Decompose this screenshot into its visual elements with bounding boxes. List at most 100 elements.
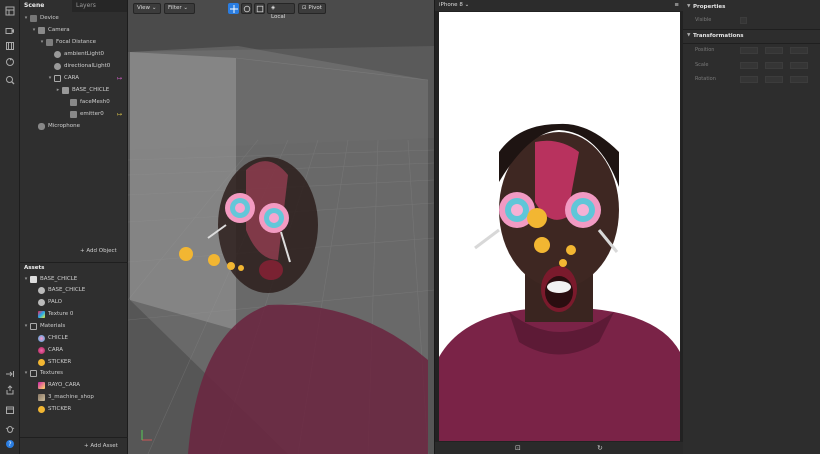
face-tracker-icon: [54, 74, 61, 82]
tree-item-base-chicle[interactable]: ▸ BASE_CHICLE: [20, 84, 128, 96]
tree-item-emitter[interactable]: emitter0 ↦: [20, 108, 128, 120]
rotate-device-icon[interactable]: [4, 56, 16, 68]
simulator-screen[interactable]: [439, 12, 680, 441]
asset-item-sticker-texture[interactable]: STICKER: [20, 403, 128, 415]
expand-arrow-icon[interactable]: ▾: [38, 39, 46, 45]
patch-link-icon[interactable]: ↦: [117, 111, 122, 118]
asset-item-texture-0[interactable]: Texture 0: [20, 308, 128, 320]
patch-link-icon[interactable]: ↦: [117, 75, 122, 82]
asset-item-label: PALO: [48, 299, 62, 305]
add-object-button[interactable]: + Add Object: [80, 248, 117, 254]
menu-icon[interactable]: ≡: [674, 0, 679, 11]
tree-item-device[interactable]: ▾ Device: [20, 12, 128, 24]
position-y-field[interactable]: [765, 47, 783, 54]
bug-icon[interactable]: [4, 423, 16, 435]
asset-item-palo[interactable]: PALO: [20, 296, 128, 308]
position-z-field[interactable]: [790, 47, 808, 54]
asset-item-label: Texture 0: [48, 311, 74, 317]
scale-y-field[interactable]: [765, 62, 783, 69]
video-icon[interactable]: [4, 25, 16, 37]
tree-item-label: Camera: [48, 27, 70, 33]
folder-icon: [30, 322, 37, 330]
view-dropdown[interactable]: View ⌄: [133, 3, 161, 14]
asset-item-label: CHICLE: [48, 335, 68, 341]
add-asset-label: Add Asset: [90, 443, 118, 449]
layout-icon[interactable]: [4, 5, 16, 17]
rotation-x-field[interactable]: [740, 76, 758, 83]
tree-item-label: directionalLight0: [64, 63, 111, 69]
scene-viewport[interactable]: View ⌄ Filter ⌄ ◈ Local ⊡ Pivot: [128, 0, 434, 454]
export-icon[interactable]: [4, 404, 16, 416]
chevron-down-icon[interactable]: ⌄: [465, 2, 470, 8]
share-icon[interactable]: [4, 384, 16, 396]
local-space-icon: ◈: [271, 5, 276, 11]
asset-item-chicle[interactable]: CHICLE: [20, 332, 128, 344]
expand-arrow-icon[interactable]: ▾: [22, 323, 30, 329]
move-icon: [229, 4, 238, 13]
texture-icon: [38, 393, 45, 401]
move-tool-button[interactable]: [228, 3, 239, 14]
expand-arrow-icon[interactable]: ▾: [30, 27, 38, 33]
expand-arrow-icon[interactable]: ▸: [54, 87, 62, 93]
pivot-toggle[interactable]: ⊡ Pivot: [298, 3, 326, 14]
tab-layers[interactable]: Layers: [72, 0, 100, 12]
position-label: Position: [695, 47, 715, 53]
tree-item-facemesh[interactable]: faceMesh0: [20, 96, 128, 108]
expand-arrow-icon[interactable]: ▾: [22, 370, 30, 376]
asset-item-rayo-cara[interactable]: RAYO_CARA: [20, 379, 128, 391]
rotate-icon: [243, 5, 250, 12]
texture-icon: [38, 310, 45, 318]
help-icon[interactable]: ?: [4, 438, 16, 450]
tree-item-microphone[interactable]: Microphone: [20, 120, 128, 132]
screenshot-icon[interactable]: ⊡: [515, 444, 521, 452]
rotate-tool-button[interactable]: [241, 3, 252, 14]
face-mesh-icon: [70, 98, 77, 106]
tree-item-label: emitter0: [80, 111, 104, 117]
viewport-3d-scene: [128, 0, 434, 454]
add-asset-button[interactable]: + Add Asset: [84, 443, 118, 449]
tree-item-focal-distance[interactable]: ▾ Focal Distance: [20, 36, 128, 48]
local-toggle[interactable]: ◈ Local: [267, 3, 295, 20]
transformations-section-header[interactable]: ▼ Transformations: [683, 30, 820, 42]
view-dropdown-label: View: [137, 5, 151, 11]
rotation-y-field[interactable]: [765, 76, 783, 83]
rotate-device-icon[interactable]: ↻: [597, 444, 603, 452]
device-selector[interactable]: iPhone 8: [439, 2, 463, 8]
tree-item-camera[interactable]: ▾ Camera: [20, 24, 128, 36]
tree-item-ambientlight[interactable]: ambientLight0: [20, 48, 128, 60]
asset-item-label: BASE_CHICLE: [40, 276, 78, 282]
scale-z-field[interactable]: [790, 62, 808, 69]
asset-folder-materials[interactable]: ▾ Materials: [20, 320, 128, 332]
expand-arrow-icon[interactable]: ▾: [22, 276, 30, 282]
asset-item-base-chicle-mesh[interactable]: BASE_CHICLE: [20, 284, 128, 296]
asset-folder-textures[interactable]: ▾ Textures: [20, 367, 128, 379]
expand-arrow-icon[interactable]: ▾: [46, 75, 54, 81]
simulator-footer: ⊡ ↻: [435, 442, 684, 454]
film-icon[interactable]: [4, 40, 16, 52]
rotation-label: Rotation: [695, 76, 716, 82]
expand-arrow-icon[interactable]: ▾: [22, 15, 30, 21]
assets-header: Assets: [20, 262, 128, 272]
properties-panel: ▼ Properties Visible ▼ Transformations P…: [683, 0, 820, 454]
scale-x-field[interactable]: [740, 62, 758, 69]
asset-item-label: Textures: [40, 370, 63, 376]
visible-checkbox[interactable]: [740, 17, 747, 24]
transformations-title: Transformations: [693, 33, 744, 39]
emoji-material-icon: [38, 358, 45, 366]
add-object-label: Add Object: [86, 248, 117, 254]
zoom-icon[interactable]: [4, 74, 16, 86]
filter-dropdown[interactable]: Filter ⌄: [164, 3, 195, 14]
asset-item-label: STICKER: [48, 359, 72, 365]
tree-item-cara[interactable]: ▾ CARA ↦: [20, 72, 128, 84]
asset-item-machine-shop[interactable]: 3_machine_shop: [20, 391, 128, 403]
tab-scene[interactable]: Scene: [20, 0, 72, 12]
properties-section-header[interactable]: ▼ Properties: [683, 1, 820, 13]
rotation-z-field[interactable]: [790, 76, 808, 83]
send-to-device-icon[interactable]: [4, 368, 16, 380]
asset-item-cara[interactable]: CARA: [20, 344, 128, 356]
material-icon: [38, 334, 45, 342]
position-x-field[interactable]: [740, 47, 758, 54]
scale-tool-button[interactable]: [254, 3, 265, 14]
tree-item-directionallight[interactable]: directionalLight0: [20, 60, 128, 72]
material-icon: [38, 346, 45, 354]
